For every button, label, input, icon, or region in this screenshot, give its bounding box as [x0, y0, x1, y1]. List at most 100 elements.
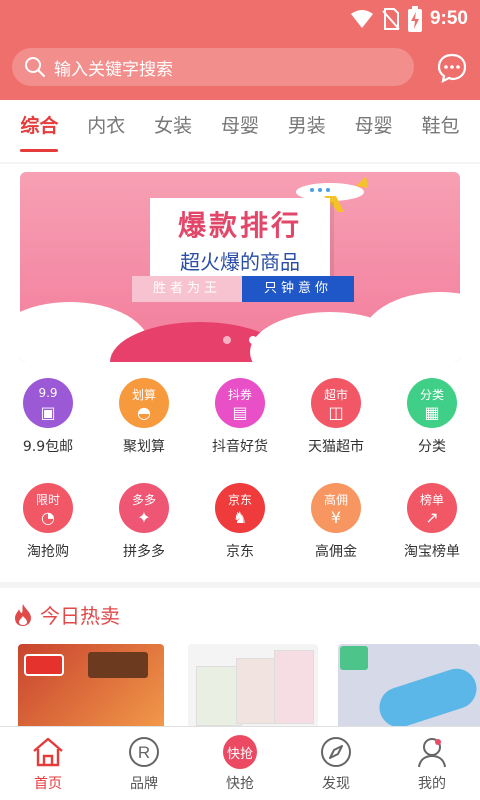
ribbon-right-text: 只钟意你 [242, 276, 354, 302]
tab-1[interactable]: 内衣 [87, 100, 125, 162]
category-icon-glyph: ✦ [137, 508, 151, 527]
nav-label: 品牌 [130, 776, 158, 792]
product-image [374, 663, 480, 728]
category-label: 淘宝榜单 [404, 544, 460, 560]
shopping-bag-icon: 划算 ◓ [119, 378, 169, 428]
category-label: 淘抢购 [27, 544, 69, 560]
battery-charging-icon [407, 6, 422, 32]
no-sim-icon [382, 8, 400, 30]
tab-4[interactable]: 男装 [288, 100, 326, 162]
product-card[interactable] [18, 644, 164, 728]
chart-up-icon: 榜单 ↗ [407, 483, 457, 533]
category-icon-text: 划算 [131, 388, 156, 402]
category-icon-glyph: ◫ [328, 403, 344, 422]
compass-icon [321, 737, 351, 767]
search-placeholder: 输入关键字搜索 [54, 59, 173, 80]
category-icon-text: 分类 [419, 388, 444, 402]
category-item[interactable]: 划算 ◓ 聚划算 [96, 372, 192, 474]
user-icon [418, 738, 446, 768]
carousel-dots [20, 336, 460, 344]
product-image [88, 652, 148, 678]
category-item[interactable]: 高佣 ¥ 高佣金 [288, 477, 384, 579]
category-icon-text: 超市 [323, 388, 348, 402]
banner-card: 爆款排行 超火爆的商品 [150, 198, 330, 286]
banner-title: 爆款排行 [177, 209, 302, 242]
product-card[interactable] [338, 644, 480, 728]
nav-flash-sale[interactable]: 快抢 快抢 [192, 727, 288, 800]
product-image [274, 650, 314, 724]
category-label: 高佣金 [315, 544, 357, 560]
message-icon[interactable] [436, 52, 468, 84]
bottom-navigation: 首页 R 品牌 快抢 快抢 发现 我的 [0, 726, 480, 800]
tab-5[interactable]: 母婴 [355, 100, 393, 162]
nav-discover[interactable]: 发现 [288, 727, 384, 800]
gift-icon: 多多 ✦ [119, 483, 169, 533]
carousel-dot-active[interactable] [249, 336, 257, 344]
search-icon [25, 57, 45, 77]
nav-profile[interactable]: 我的 [384, 727, 480, 800]
banner-section: 爆款排行 超火爆的商品 胜者为王 只钟意你 [0, 164, 480, 366]
cloud-decoration [360, 292, 460, 362]
category-tabs: 综合 内衣 女装 母婴 男装 母婴 鞋包 [0, 100, 480, 162]
category-label: 分类 [418, 439, 446, 455]
category-item[interactable]: 榜单 ↗ 淘宝榜单 [384, 477, 480, 579]
category-icon-text: 高佣 [323, 493, 348, 507]
nav-home[interactable]: 首页 [0, 727, 96, 800]
banner-subtitle: 超火爆的商品 [180, 250, 300, 274]
category-item[interactable]: 抖券 ▤ 抖音好货 [192, 372, 288, 474]
category-icon-glyph: ¥ [330, 508, 342, 527]
wifi-icon [350, 10, 373, 28]
banner-ribbon: 胜者为王 只钟意你 [132, 276, 354, 302]
category-icon-glyph: ◔ [41, 508, 55, 527]
nav-brand[interactable]: R 品牌 [96, 727, 192, 800]
category-label: 京东 [226, 544, 254, 560]
category-icon-text: 多多 [131, 493, 156, 507]
category-item[interactable]: 分类 ▦ 分类 [384, 372, 480, 474]
registered-icon: R [129, 737, 159, 767]
category-icon-glyph: ▣ [40, 403, 56, 422]
category-label: 9.9包邮 [22, 439, 74, 455]
hot-sale-title: 今日热卖 [40, 604, 120, 628]
svg-text:R: R [138, 743, 150, 762]
tab-0[interactable]: 综合 [20, 100, 59, 162]
category-icon-glyph: ◓ [137, 403, 151, 422]
tab-3[interactable]: 母婴 [221, 100, 259, 162]
coupon-icon: 抖券 ▤ [215, 378, 265, 428]
category-icon-glyph: ↗ [425, 508, 439, 527]
category-label: 天猫超市 [308, 439, 364, 455]
dog-icon: 京东 ♞ [215, 483, 265, 533]
tab-6[interactable]: 鞋包 [421, 100, 459, 162]
category-icon-text: 9.9 [38, 386, 58, 400]
promo-banner[interactable]: 爆款排行 超火爆的商品 胜者为王 只钟意你 [20, 172, 460, 362]
product-logo-image [24, 654, 64, 676]
category-grid: 9.9 ▣ 9.9包邮 划算 ◓ 聚划算 抖券 ▤ 抖音好货 超市 ◫ 天猫超市 分类 ▦ 分类限时 ◔ 淘抢购… [0, 366, 480, 582]
category-label: 聚划算 [123, 439, 165, 455]
clock-bag-icon: 限时 ◔ [23, 483, 73, 533]
category-icon-text: 京东 [227, 493, 252, 507]
box-icon: 9.9 ▣ [23, 378, 73, 428]
home-icon [33, 737, 63, 767]
search-input[interactable]: 输入关键字搜索 [12, 48, 414, 86]
category-item[interactable]: 9.9 ▣ 9.9包邮 [0, 372, 96, 474]
carousel-dot[interactable] [223, 336, 231, 344]
money-bag-icon: 高佣 ¥ [311, 483, 361, 533]
category-item[interactable]: 超市 ◫ 天猫超市 [288, 372, 384, 474]
category-icon-text: 限时 [35, 493, 60, 507]
flash-sale-icon: 快抢 [223, 735, 257, 769]
status-time: 9:50 [429, 8, 468, 29]
brand-badge [340, 646, 368, 670]
ribbon-left-text: 胜者为王 [132, 276, 242, 302]
category-item[interactable]: 限时 ◔ 淘抢购 [0, 477, 96, 579]
category-icon-glyph: ▤ [232, 403, 248, 422]
category-icon-glyph: ♞ [232, 508, 248, 527]
product-card[interactable] [188, 644, 318, 728]
tab-2[interactable]: 女装 [154, 100, 192, 162]
category-item[interactable]: 多多 ✦ 拼多多 [96, 477, 192, 579]
nav-label: 发现 [322, 776, 350, 792]
basket-icon: 超市 ◫ [311, 378, 361, 428]
category-item[interactable]: 京东 ♞ 京东 [192, 477, 288, 579]
nav-label: 快抢 [226, 776, 254, 792]
fire-icon [15, 603, 31, 626]
category-icon-text: 榜单 [419, 493, 444, 507]
category-label: 抖音好货 [212, 439, 268, 455]
